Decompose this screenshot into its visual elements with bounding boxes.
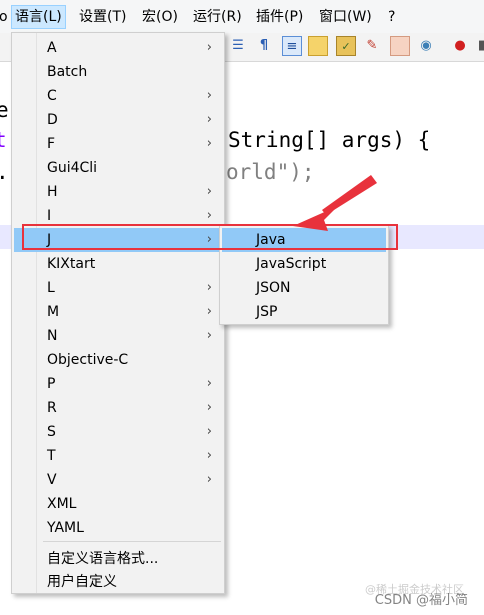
menu-plugins[interactable]: 插件(P) <box>253 5 306 29</box>
code-line-2-prefix: t <box>0 128 7 152</box>
language-item-v[interactable]: V › <box>14 468 222 492</box>
submenu-item-label: JavaScript <box>256 256 327 272</box>
language-item-label: YAML <box>47 520 84 536</box>
submenu-item-label: JSP <box>256 304 278 320</box>
record-macro-icon[interactable]: ● <box>450 36 470 56</box>
indent-guide-icon[interactable]: ≡ <box>282 36 302 56</box>
language-item-yaml[interactable]: YAML <box>14 516 222 540</box>
language-item-l[interactable]: L › <box>14 276 222 300</box>
language-item-s[interactable]: S › <box>14 420 222 444</box>
menu-language[interactable]: 语言(L) <box>11 5 66 29</box>
chevron-right-icon: › <box>206 400 212 415</box>
language-item-label: Gui4Cli <box>47 160 98 176</box>
monitor-eye-icon[interactable]: ◉ <box>416 36 436 56</box>
annotation-highlight-box <box>22 224 398 250</box>
custom-language-format-label: 自定义语言格式... <box>47 551 159 567</box>
chevron-right-icon: › <box>206 328 212 343</box>
language-item-label: S <box>47 424 56 440</box>
menu-macro[interactable]: 宏(O) <box>139 5 181 29</box>
language-item-m[interactable]: M › <box>14 300 222 324</box>
language-item-r[interactable]: R › <box>14 396 222 420</box>
language-item-label: Objective-C <box>47 352 129 368</box>
chevron-right-icon: › <box>206 112 212 127</box>
language-dropdown: A › Batch C › D › F › Gui4Cli H › I › J › KIXtart L › M › N › O… <box>11 32 225 594</box>
chevron-right-icon: › <box>206 184 212 199</box>
menu-macro-partial[interactable]: o <box>0 5 11 29</box>
code-line-3: orld"); <box>226 160 315 184</box>
watermark: CSDN @福小简 <box>374 593 468 608</box>
language-item-a[interactable]: A › <box>14 36 222 60</box>
user-defined-language-item[interactable]: 用户自定义 <box>14 570 222 594</box>
language-item-label: XML <box>47 496 77 512</box>
language-item-kixtart[interactable]: KIXtart <box>14 252 222 276</box>
submenu-item-label: JSON <box>256 280 291 296</box>
language-item-xml[interactable]: XML <box>14 492 222 516</box>
language-item-label: T <box>47 448 56 464</box>
language-item-label: Batch <box>47 64 88 80</box>
chevron-right-icon: › <box>206 280 212 295</box>
language-item-d[interactable]: D › <box>14 108 222 132</box>
chevron-right-icon: › <box>206 40 212 55</box>
language-item-f[interactable]: F › <box>14 132 222 156</box>
function-list-icon[interactable]: ✓ <box>336 36 356 56</box>
language-item-objective-c[interactable]: Objective-C <box>14 348 222 372</box>
language-item-c[interactable]: C › <box>14 84 222 108</box>
show-all-chars-icon[interactable]: ¶ <box>254 36 274 56</box>
wrap-icon[interactable]: ☰ <box>228 36 248 56</box>
menu-run[interactable]: 运行(R) <box>190 5 245 29</box>
chevron-right-icon: › <box>206 424 212 439</box>
menu-help[interactable]: ? <box>385 5 398 29</box>
chevron-right-icon: › <box>206 472 212 487</box>
folder-as-workspace-icon[interactable]: ✎ <box>362 36 382 56</box>
chevron-right-icon: › <box>206 304 212 319</box>
chevron-right-icon: › <box>206 136 212 151</box>
language-item-label: V <box>47 472 57 488</box>
language-item-label: M <box>47 304 60 320</box>
language-item-batch[interactable]: Batch <box>14 60 222 84</box>
language-item-n[interactable]: N › <box>14 324 222 348</box>
user-defined-language-label: 用户自定义 <box>47 574 117 590</box>
open-folder-icon[interactable] <box>390 36 410 56</box>
language-item-label: A <box>47 40 57 56</box>
language-item-h[interactable]: H › <box>14 180 222 204</box>
submenu-item-javascript[interactable]: JavaScript <box>222 252 386 276</box>
language-item-label: KIXtart <box>47 256 96 272</box>
menu-bar: o 语言(L) 设置(T) 宏(O) 运行(R) 插件(P) 窗口(W) ? <box>0 0 484 34</box>
stop-record-icon[interactable]: ■ <box>474 36 484 56</box>
menu-separator <box>43 541 221 542</box>
language-item-label: R <box>47 400 57 416</box>
chevron-right-icon: › <box>206 376 212 391</box>
code-line-1: e <box>0 98 9 122</box>
menu-settings[interactable]: 设置(T) <box>76 5 129 29</box>
language-item-label: N <box>47 328 58 344</box>
menu-window[interactable]: 窗口(W) <box>316 5 375 29</box>
language-item-label: H <box>47 184 58 200</box>
language-item-label: L <box>47 280 55 296</box>
chevron-right-icon: › <box>206 448 212 463</box>
submenu-item-json[interactable]: JSON <box>222 276 386 300</box>
code-line-2: String[] args) { <box>228 128 431 152</box>
language-item-label: D <box>47 112 58 128</box>
submenu-item-jsp[interactable]: JSP <box>222 300 386 324</box>
language-item-label: C <box>47 88 57 104</box>
language-item-gui4cli[interactable]: Gui4Cli <box>14 156 222 180</box>
code-line-3-prefix: . <box>0 160 9 184</box>
custom-language-format-item[interactable]: 自定义语言格式... <box>14 547 222 571</box>
chevron-right-icon: › <box>206 88 212 103</box>
language-item-p[interactable]: P › <box>14 372 222 396</box>
language-item-label: P <box>47 376 56 392</box>
language-item-label: F <box>47 136 56 152</box>
doc-map-icon[interactable] <box>308 36 328 56</box>
language-item-t[interactable]: T › <box>14 444 222 468</box>
